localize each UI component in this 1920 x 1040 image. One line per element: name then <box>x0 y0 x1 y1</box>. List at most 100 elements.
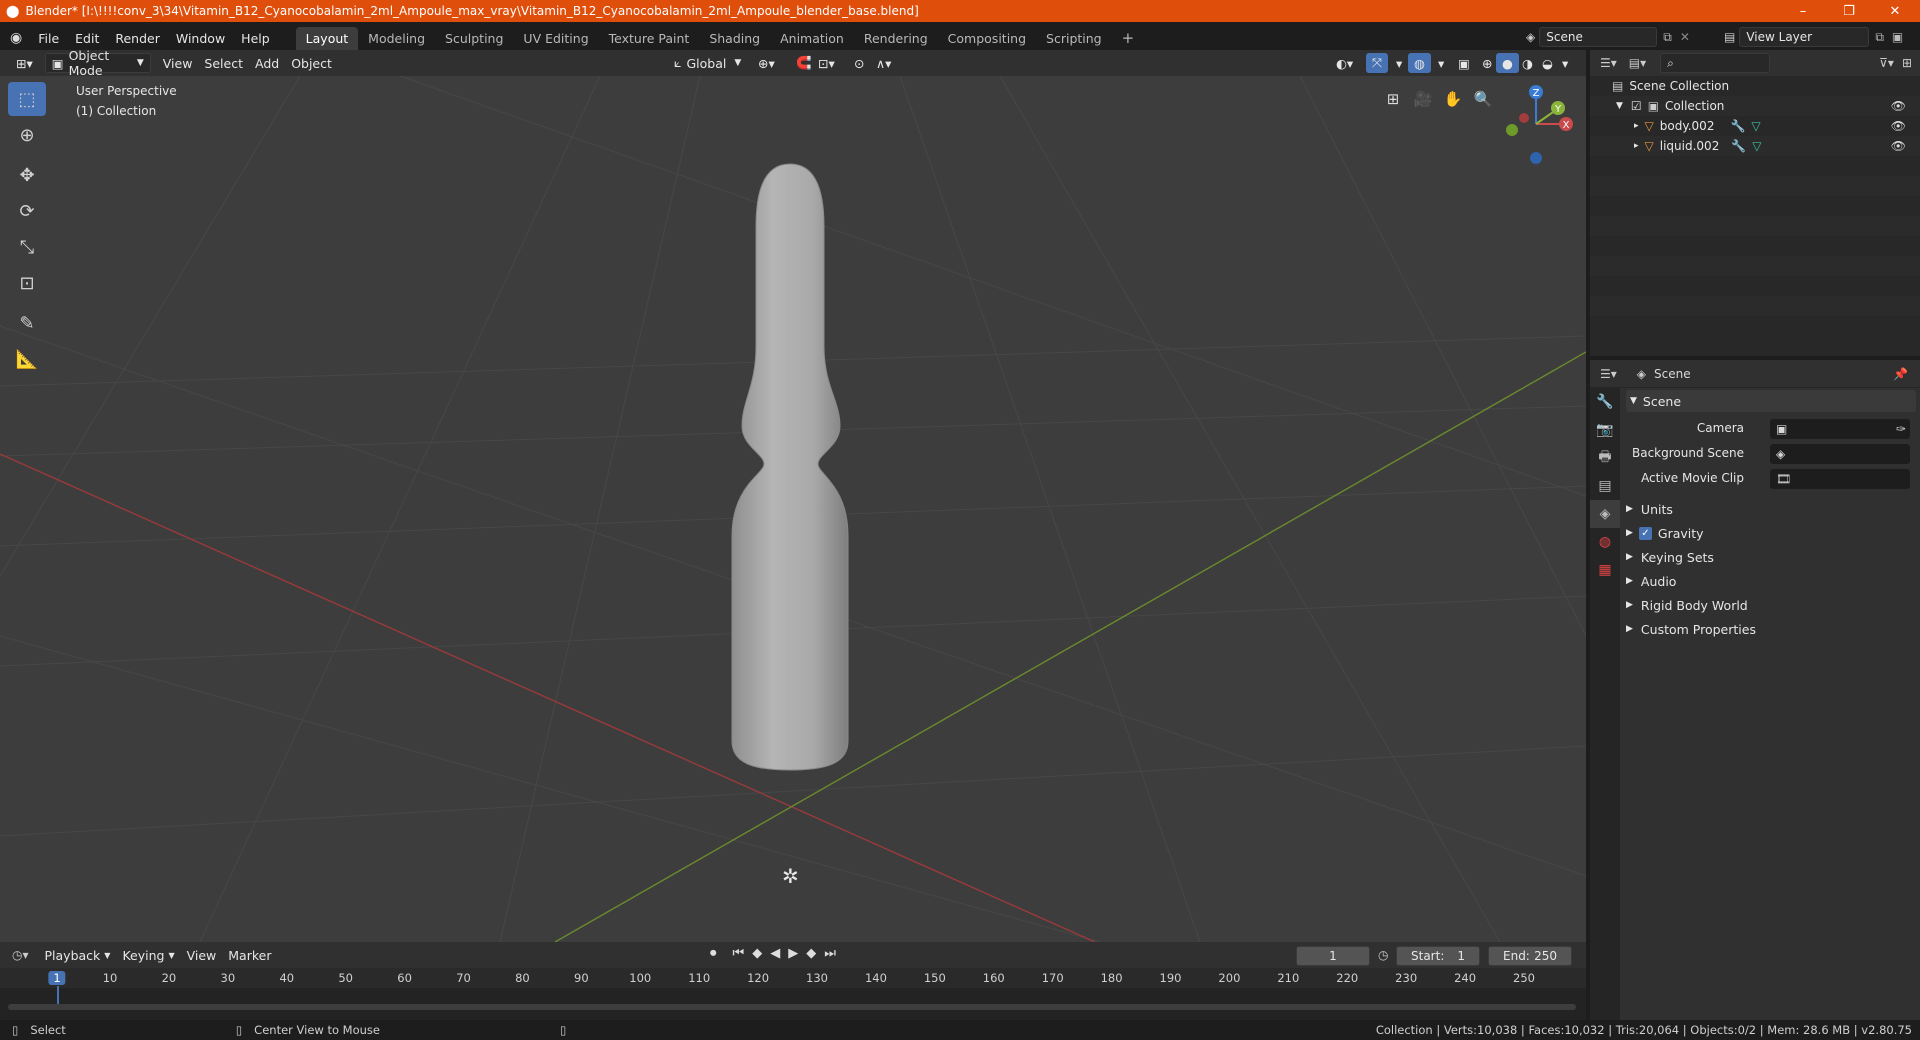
ampoule-model[interactable] <box>690 156 890 856</box>
eye-icon[interactable]: 👁 <box>1891 139 1906 153</box>
menu-window[interactable]: Window <box>168 31 233 46</box>
navigation-gizmo[interactable]: Z X Y <box>1498 80 1578 170</box>
view-layer-field[interactable]: View Layer <box>1739 27 1870 47</box>
visibility-icon[interactable]: ◐▾ <box>1330 53 1359 73</box>
outliner-row-scene-collection[interactable]: ▤ Scene Collection <box>1590 76 1920 96</box>
maximize-button[interactable]: ❐ <box>1826 0 1872 22</box>
expand-arrow-icon[interactable]: ▼ <box>1616 101 1623 111</box>
play-icon[interactable]: ▶ <box>788 946 798 961</box>
grid-view-icon[interactable]: ⊞ <box>1380 86 1406 112</box>
3d-viewport[interactable]: ✲ User Perspective (1) Collection ⊞ 🎥 ✋ … <box>0 76 1586 942</box>
background-scene-field[interactable]: ◈ <box>1770 444 1910 464</box>
clock-icon[interactable]: ◷ <box>1378 948 1388 962</box>
pin-icon[interactable]: 📌 <box>1893 367 1908 381</box>
view-layer-icon[interactable]: ▤ <box>1724 30 1735 44</box>
panel-rigid-body-world[interactable]: ▶ Rigid Body World <box>1626 594 1916 616</box>
prev-keyframe-icon[interactable]: ◆ <box>752 946 762 961</box>
jump-start-icon[interactable]: ⏮ <box>733 946 745 961</box>
eyedropper-icon[interactable]: ✑ <box>1896 422 1906 436</box>
panel-audio[interactable]: ▶ Audio <box>1626 570 1916 592</box>
tab-uv-editing[interactable]: UV Editing <box>513 27 598 50</box>
orientation-dropdown[interactable]: ⟀ Global ▼ <box>668 53 747 73</box>
menu-edit[interactable]: Edit <box>67 31 107 46</box>
panel-custom-properties[interactable]: ▶ Custom Properties <box>1626 618 1916 640</box>
rotate-tool-icon[interactable]: ⟳ <box>8 194 46 228</box>
new-collection-icon[interactable]: ⊞ <box>1902 56 1912 70</box>
properties-editor-type-icon[interactable]: ☰▾ <box>1600 367 1617 381</box>
camera-view-icon[interactable]: 🎥 <box>1410 86 1436 112</box>
eye-icon[interactable]: 👁 <box>1891 119 1906 133</box>
menu-render[interactable]: Render <box>107 31 168 46</box>
timeline-menu-playback[interactable]: Playback ▼ <box>39 945 117 965</box>
delete-scene-icon[interactable]: ✕ <box>1680 30 1690 44</box>
frame-ruler[interactable]: 1 10 20 30 40 50 60 70 80 90 100 110 120 130 140 150 160… <box>0 968 1586 1008</box>
jump-end-icon[interactable]: ⏭ <box>824 946 836 961</box>
next-keyframe-icon[interactable]: ◆ <box>806 946 816 961</box>
viewport-menu-add[interactable]: Add <box>249 53 285 73</box>
end-frame-field[interactable]: End: 250 <box>1488 946 1572 966</box>
active-movie-clip-field[interactable]: 🎞 <box>1770 469 1910 489</box>
record-icon[interactable]: ⏺ <box>710 946 717 961</box>
pan-hand-icon[interactable]: ✋ <box>1440 86 1466 112</box>
play-reverse-icon[interactable]: ◀ <box>770 946 780 961</box>
viewport-menu-object[interactable]: Object <box>285 53 338 73</box>
tab-sculpting[interactable]: Sculpting <box>435 27 513 50</box>
snap-target-icon[interactable]: ⊡▾ <box>812 53 841 73</box>
editor-type-button[interactable]: ⊞▾ <box>10 53 39 73</box>
pivot-point-icon[interactable]: ⊕▾ <box>752 53 781 73</box>
viewport-menu-select[interactable]: Select <box>198 53 249 73</box>
texture-tab-icon[interactable]: ▦ <box>1590 556 1620 584</box>
outliner-row-liquid[interactable]: ▸ ▽ liquid.002 🔧 ▽ 👁 <box>1590 136 1920 156</box>
tab-modeling[interactable]: Modeling <box>358 27 435 50</box>
select-box-tool-icon[interactable]: ⬚ <box>8 82 46 116</box>
expand-arrow-icon[interactable]: ▸ <box>1634 141 1639 151</box>
tab-compositing[interactable]: Compositing <box>938 27 1036 50</box>
minimize-button[interactable]: – <box>1780 0 1826 22</box>
outliner-row-body[interactable]: ▸ ▽ body.002 🔧 ▽ 👁 <box>1590 116 1920 136</box>
tab-texture-paint[interactable]: Texture Paint <box>599 27 700 50</box>
add-workspace-icon[interactable]: + <box>1112 25 1145 51</box>
transform-tool-icon[interactable]: ⊡ <box>8 266 46 300</box>
blender-menu-icon[interactable]: ◉ <box>10 30 22 46</box>
gizmo-toggle-icon[interactable]: ⤧ <box>1366 53 1389 73</box>
panel-keying-sets[interactable]: ▶ Keying Sets <box>1626 546 1916 568</box>
scene-field[interactable]: Scene <box>1539 27 1658 47</box>
gizmo-dropdown-icon[interactable]: ▾ <box>1390 53 1408 73</box>
falloff-icon[interactable]: ∧▾ <box>870 53 897 73</box>
scene-icon[interactable]: ◈ <box>1526 30 1535 44</box>
camera-field[interactable]: ▣ ✑ <box>1770 419 1910 439</box>
xray-icon[interactable]: ▣ <box>1452 53 1476 73</box>
annotate-tool-icon[interactable]: ✎ <box>8 306 46 340</box>
gravity-checkbox[interactable]: ✓ <box>1638 526 1652 540</box>
expand-arrow-icon[interactable]: ▸ <box>1634 121 1639 131</box>
new-view-layer-icon[interactable]: ⧉ <box>1875 30 1884 45</box>
cursor-tool-icon[interactable]: ⊕ <box>8 118 46 152</box>
move-tool-icon[interactable]: ✥ <box>8 158 46 192</box>
overlay-dropdown-icon[interactable]: ▾ <box>1432 53 1450 73</box>
timeline-menu-marker[interactable]: Marker <box>222 945 277 965</box>
tab-animation[interactable]: Animation <box>770 27 854 50</box>
overlay-toggle-icon[interactable]: ◍ <box>1408 53 1431 73</box>
start-frame-field[interactable]: Start: 1 <box>1396 946 1480 966</box>
timeline-scrollbar[interactable] <box>8 1004 1576 1010</box>
filter-icon[interactable]: ⊽▾ <box>1879 56 1894 70</box>
close-button[interactable]: ✕ <box>1872 0 1918 22</box>
outliner-editor-type-icon[interactable]: ☰▾ <box>1600 56 1617 70</box>
eye-icon[interactable]: 👁 <box>1891 99 1906 113</box>
new-scene-icon[interactable]: ⧉ <box>1663 30 1672 45</box>
panel-units[interactable]: ▶ Units <box>1626 498 1916 520</box>
tab-rendering[interactable]: Rendering <box>854 27 938 50</box>
scene-tab-icon[interactable]: ◈ <box>1590 500 1620 528</box>
panel-gravity[interactable]: ▶ ✓ Gravity <box>1626 522 1916 544</box>
include-checkbox-icon[interactable]: ☑ <box>1631 99 1642 113</box>
current-frame-field[interactable]: 1 <box>1296 946 1370 966</box>
timeline-menu-view[interactable]: View <box>181 945 223 965</box>
tab-shading[interactable]: Shading <box>699 27 770 50</box>
menu-file[interactable]: File <box>30 31 67 46</box>
panel-scene-header[interactable]: ▼ Scene <box>1626 390 1916 412</box>
viewport-menu-view[interactable]: View <box>157 53 199 73</box>
tool-tab-icon[interactable]: 🔧 <box>1590 388 1620 416</box>
shading-dropdown-icon[interactable]: ▾ <box>1556 53 1574 73</box>
world-tab-icon[interactable]: ◍ <box>1590 528 1620 556</box>
scale-tool-icon[interactable]: ⤡ <box>8 230 46 264</box>
